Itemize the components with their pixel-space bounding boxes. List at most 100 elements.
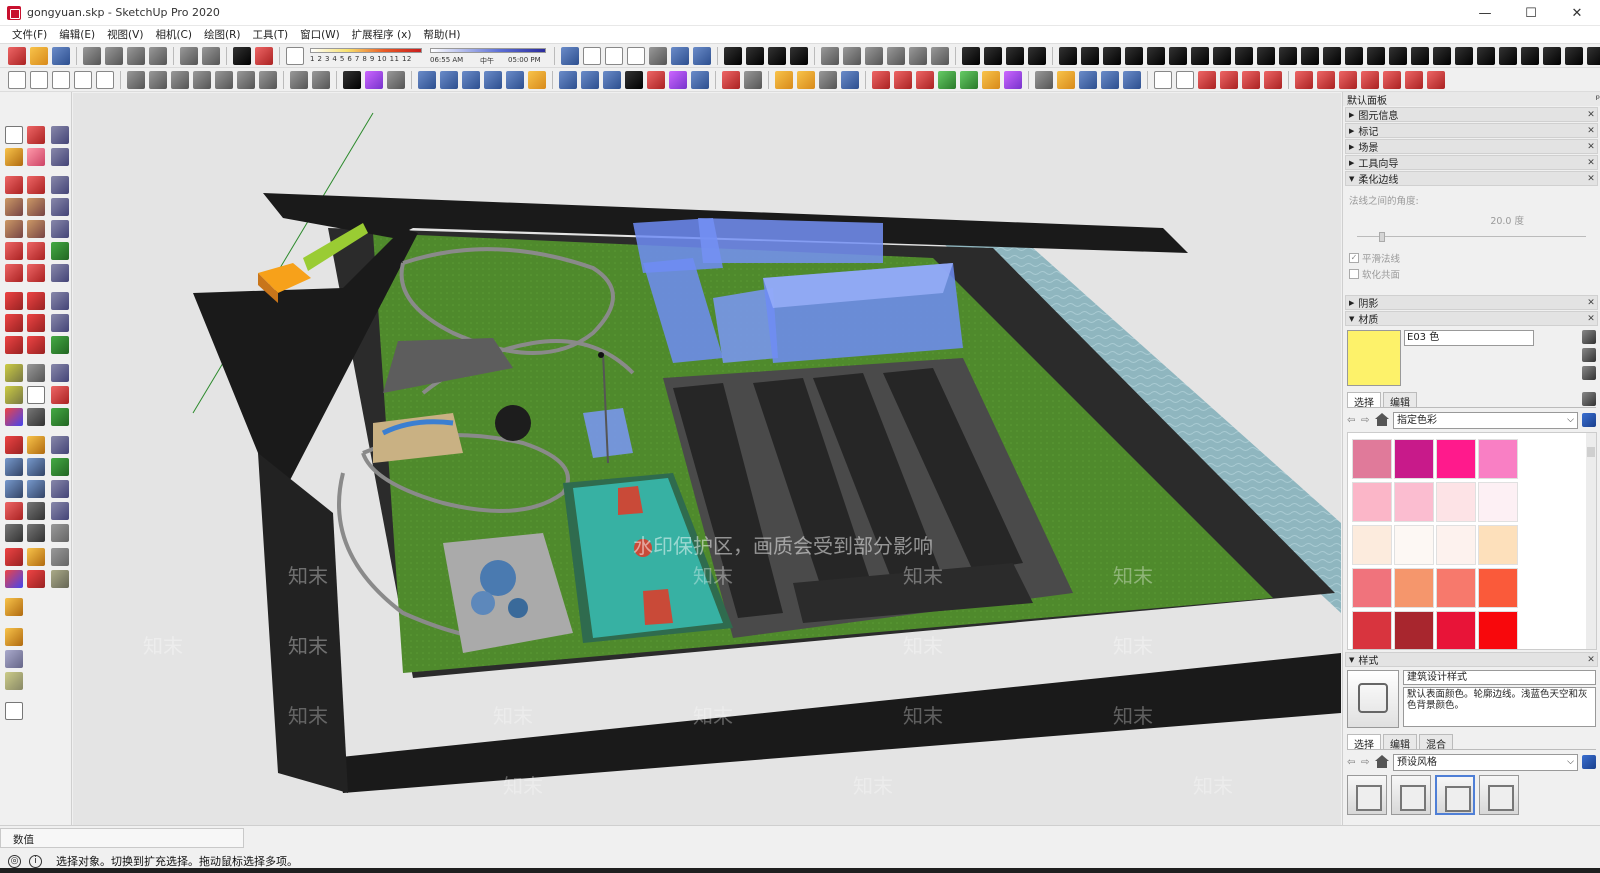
- front-view-icon[interactable]: [865, 46, 883, 65]
- geo-location-icon[interactable]: ◎: [8, 854, 21, 868]
- solid-intersect-icon[interactable]: [30, 70, 48, 89]
- tape-measure-icon[interactable]: [5, 364, 23, 382]
- tray-pin-icon[interactable]: ᵖ: [1596, 94, 1600, 105]
- material-color-swatch[interactable]: [1394, 525, 1434, 565]
- details-arrow-icon[interactable]: [1582, 755, 1596, 769]
- terrain-tool-b-icon[interactable]: [51, 548, 69, 566]
- material-color-swatch[interactable]: [1352, 568, 1392, 608]
- material-color-swatch[interactable]: [1436, 568, 1476, 608]
- paint-bucket-icon[interactable]: [5, 148, 23, 166]
- line-tool-a-icon[interactable]: [1079, 70, 1097, 89]
- section-shadows[interactable]: ▶ 阴影 ✕: [1345, 295, 1598, 310]
- paste-icon[interactable]: [127, 46, 145, 65]
- pie-icon[interactable]: [27, 264, 45, 282]
- smooth-normals-checkbox[interactable]: ✓ 平滑法线: [1349, 251, 1594, 265]
- measurements-box[interactable]: 数值: [0, 828, 244, 848]
- plugin-tool-17-icon[interactable]: [1411, 46, 1429, 65]
- forward-arrow-icon[interactable]: ⇨: [1361, 415, 1375, 426]
- shaded-textures-icon[interactable]: [671, 46, 689, 65]
- back-edges-icon[interactable]: [583, 46, 601, 65]
- extension-warehouse-icon[interactable]: [440, 70, 458, 89]
- line-icon[interactable]: [5, 176, 23, 194]
- material-color-swatch[interactable]: [1436, 525, 1476, 565]
- curve-tool-n-icon[interactable]: [51, 458, 69, 476]
- plugin-tool-19-icon[interactable]: [1455, 46, 1473, 65]
- zoom-window-icon[interactable]: [27, 458, 45, 476]
- solid-union-icon[interactable]: [8, 70, 26, 89]
- section-tags[interactable]: ▶ 标记 ✕: [1345, 123, 1598, 138]
- xyz-icon[interactable]: [581, 70, 599, 89]
- style-thumbnail[interactable]: [1347, 775, 1387, 815]
- plugin-tool-3-icon[interactable]: [1103, 46, 1121, 65]
- style-description-field[interactable]: 默认表面颜色。轮廓边线。浅蓝色天空和灰色背景颜色。: [1403, 687, 1596, 727]
- material-name-field[interactable]: E03 色: [1404, 330, 1534, 346]
- back-arrow-icon[interactable]: ⇦: [1347, 415, 1361, 426]
- checkbox-unchecked-icon[interactable]: [1349, 269, 1359, 279]
- monochrome-icon[interactable]: [693, 46, 711, 65]
- slider-knob[interactable]: [1379, 232, 1385, 242]
- plugin-tool-1-icon[interactable]: [1059, 46, 1077, 65]
- shaded-icon[interactable]: [649, 46, 667, 65]
- curve-tool-a-icon[interactable]: [51, 148, 69, 166]
- material-color-swatch[interactable]: [1436, 611, 1476, 649]
- plugin-tool-21-icon[interactable]: [1499, 46, 1517, 65]
- texture-tool-7-icon[interactable]: [1427, 70, 1445, 89]
- wireframe-icon[interactable]: [605, 46, 623, 65]
- texture-tool-2-icon[interactable]: [1317, 70, 1335, 89]
- sandbox-flip-icon[interactable]: [259, 70, 277, 89]
- plugin-tool-4-icon[interactable]: [1125, 46, 1143, 65]
- grid-icon[interactable]: [528, 70, 546, 89]
- new-file-icon[interactable]: [8, 46, 26, 65]
- section-styles[interactable]: ▼ 样式 ✕: [1345, 652, 1598, 667]
- select-icon[interactable]: [5, 126, 23, 144]
- dimension-icon[interactable]: [27, 364, 45, 382]
- color-grid-scrollbar[interactable]: [1586, 433, 1596, 649]
- stop-icon[interactable]: [647, 70, 665, 89]
- plugin-g-icon[interactable]: [872, 70, 890, 89]
- section-scenes[interactable]: ▶ 场景 ✕: [1345, 139, 1598, 154]
- solid-trim-icon[interactable]: [74, 70, 92, 89]
- curve-tool-o-icon[interactable]: [51, 480, 69, 498]
- menu-file[interactable]: 文件(F): [6, 27, 53, 42]
- move-axes-icon[interactable]: [1035, 70, 1053, 89]
- back-arrow-icon[interactable]: ⇦: [1347, 757, 1361, 768]
- display-secondary-icon[interactable]: [1582, 330, 1596, 344]
- terrain-tool-c-icon[interactable]: [51, 570, 69, 588]
- plugin-h-icon[interactable]: [894, 70, 912, 89]
- section-fill-icon[interactable]: [768, 46, 786, 65]
- open-folder-icon[interactable]: [30, 46, 48, 65]
- chart-bars-icon[interactable]: [1028, 46, 1046, 65]
- plugin-e-icon[interactable]: [819, 70, 837, 89]
- right-view-icon[interactable]: [887, 46, 905, 65]
- plugin-tool-5-icon[interactable]: [1147, 46, 1165, 65]
- polygon-icon[interactable]: [27, 220, 45, 238]
- plugin-c-icon[interactable]: [775, 70, 793, 89]
- sandbox-contour-icon[interactable]: [127, 70, 145, 89]
- close-icon[interactable]: ✕: [1585, 126, 1597, 136]
- xray-icon[interactable]: [561, 46, 579, 65]
- copy-icon[interactable]: [105, 46, 123, 65]
- color-picker-icon[interactable]: [365, 70, 383, 89]
- plugin-tool-16-icon[interactable]: [1389, 46, 1407, 65]
- section-cuts-icon[interactable]: [746, 46, 764, 65]
- section-soften-edges[interactable]: ▼ 柔化边线 ✕: [1345, 171, 1598, 186]
- pan-icon[interactable]: [27, 436, 45, 454]
- face-tool-5-icon[interactable]: [1242, 70, 1260, 89]
- eraser-icon[interactable]: [27, 148, 45, 166]
- plugin-tool-6-icon[interactable]: [1169, 46, 1187, 65]
- curve-tool-h-icon[interactable]: [51, 314, 69, 332]
- section-tool-icon[interactable]: [27, 524, 45, 542]
- previous-view-icon[interactable]: [27, 480, 45, 498]
- curve-tool-g-icon[interactable]: [51, 292, 69, 310]
- face-tool-1-icon[interactable]: [1154, 70, 1172, 89]
- close-icon[interactable]: ✕: [1585, 655, 1597, 665]
- cube-icon[interactable]: [5, 650, 23, 668]
- hidden-line-icon[interactable]: [627, 46, 645, 65]
- material-color-swatch[interactable]: [1478, 568, 1518, 608]
- curve-tool-e-icon[interactable]: [51, 242, 69, 260]
- top-view-icon[interactable]: [843, 46, 861, 65]
- text-icon[interactable]: [27, 386, 45, 404]
- texture-tool-4-icon[interactable]: [1361, 70, 1379, 89]
- plugin-left-b-icon[interactable]: [27, 548, 45, 566]
- entity-list-icon[interactable]: [343, 70, 361, 89]
